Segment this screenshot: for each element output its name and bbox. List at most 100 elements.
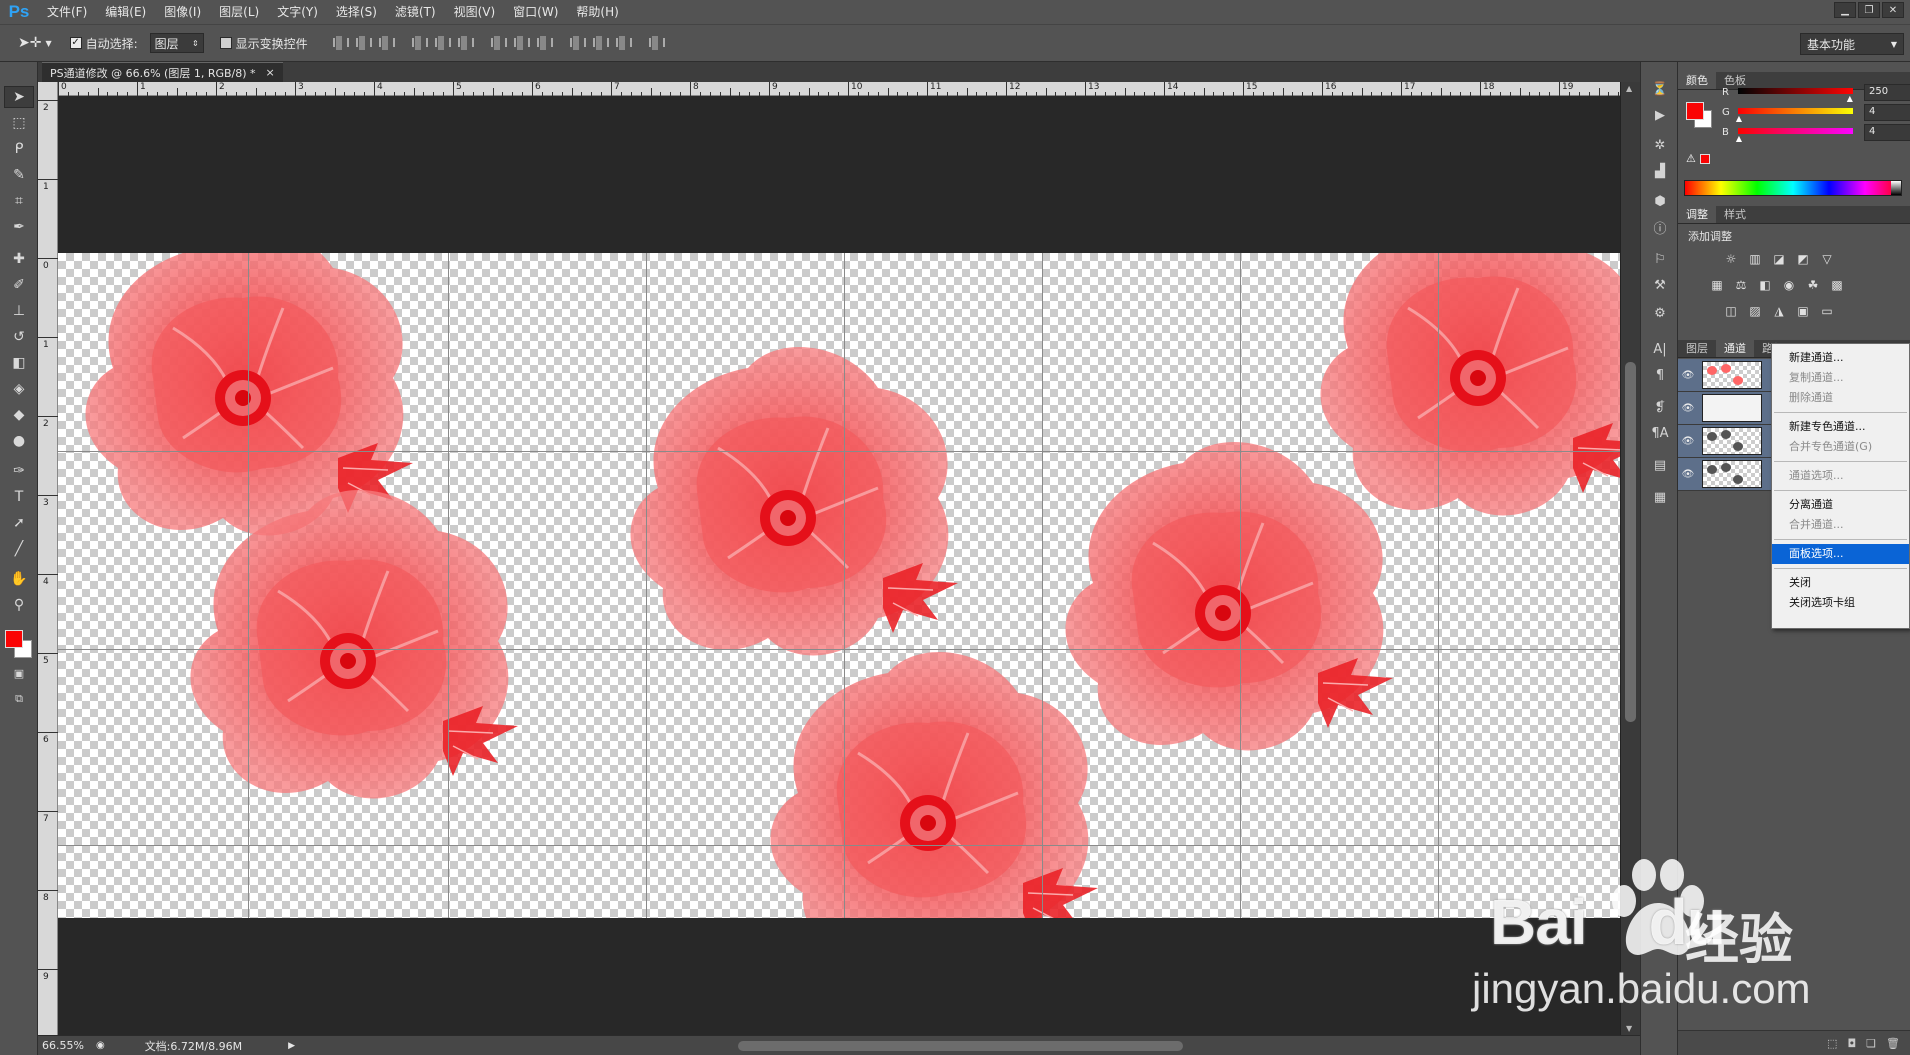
align-right-icon[interactable] — [455, 34, 474, 52]
brush-tool-icon[interactable]: ✐ — [4, 274, 34, 296]
context-menu-item[interactable]: 面板选项... — [1772, 544, 1909, 564]
distribute-top-icon[interactable] — [488, 34, 507, 52]
slider-value-input[interactable]: 250 — [1864, 84, 1910, 101]
close-window-icon[interactable]: ✕ — [1882, 2, 1904, 18]
align-left-icon[interactable] — [409, 34, 428, 52]
move-tool-preset[interactable]: ➤✛ ▼ — [18, 35, 52, 51]
paint-bucket-tool-icon[interactable]: ◈ — [4, 378, 34, 400]
brush-presets-icon[interactable]: ✲ — [1649, 134, 1671, 156]
menu-item[interactable]: 文件(F) — [38, 0, 96, 24]
line-tool-icon[interactable]: ╱ — [4, 538, 34, 560]
eyedropper-tool-icon[interactable]: ✒ — [4, 216, 34, 238]
histogram-icon[interactable]: ▟ — [1649, 160, 1671, 182]
menu-item[interactable]: 图层(L) — [210, 0, 268, 24]
info-panel-icon[interactable]: ⓘ — [1649, 216, 1671, 238]
actions-panel-icon[interactable]: ▶ — [1649, 104, 1671, 126]
eye-icon[interactable]: 👁 — [1678, 370, 1698, 381]
healing-brush-tool-icon[interactable]: ✚ — [4, 248, 34, 270]
status-info-icon[interactable]: ◉ — [96, 1040, 105, 1051]
zoom-level[interactable]: 66.55% — [42, 1039, 84, 1052]
curves-icon[interactable]: ◪ — [1770, 250, 1788, 268]
color-balance-icon[interactable]: ⚖ — [1732, 276, 1750, 294]
slider-track[interactable] — [1738, 108, 1853, 114]
distribute-left-icon[interactable] — [567, 34, 586, 52]
scroll-up-icon[interactable]: ▲ — [1626, 84, 1632, 93]
slider-track[interactable] — [1738, 128, 1853, 134]
distribute-vcenter-icon[interactable] — [511, 34, 530, 52]
slider-value-input[interactable]: 4 — [1864, 104, 1910, 121]
color-foreground-swatch[interactable] — [1686, 102, 1704, 120]
distribute-right-icon[interactable] — [613, 34, 632, 52]
zoom-tool-icon[interactable]: ⚲ — [4, 594, 34, 616]
context-menu-item[interactable]: 新建通道... — [1772, 348, 1909, 368]
brush-panel-icon[interactable]: ⚐ — [1649, 248, 1671, 270]
slider-handle-icon[interactable]: ▲ — [1736, 114, 1742, 123]
document-tab[interactable]: PS通道修改 @ 66.6% (图层 1, RGB/8) * × — [42, 62, 283, 82]
slider-value-input[interactable]: 4 — [1864, 124, 1910, 141]
character-styles-icon[interactable]: ❡ — [1649, 396, 1671, 418]
context-menu-item[interactable]: 关闭选项卡组 — [1772, 593, 1909, 613]
context-menu-item[interactable]: 分离通道 — [1772, 495, 1909, 515]
paragraph-styles-icon[interactable]: ¶A — [1649, 422, 1671, 444]
tab-styles[interactable]: 样式 — [1716, 206, 1754, 223]
menu-item[interactable]: 图像(I) — [155, 0, 210, 24]
menu-item[interactable]: 滤镜(T) — [386, 0, 445, 24]
menu-item[interactable]: 选择(S) — [327, 0, 386, 24]
character-panel-icon[interactable]: A| — [1649, 338, 1671, 360]
tab-color[interactable]: 颜色 — [1678, 72, 1716, 89]
color-lookup-icon[interactable]: ▩ — [1828, 276, 1846, 294]
slider-track[interactable] — [1738, 88, 1853, 94]
menu-item[interactable]: 编辑(E) — [96, 0, 155, 24]
tab-adjustments[interactable]: 调整 — [1678, 206, 1716, 223]
distribute-hcenter-icon[interactable] — [590, 34, 609, 52]
threshold-icon[interactable]: ◮ — [1770, 302, 1788, 320]
pasteboard[interactable] — [58, 96, 1620, 1035]
pen-tool-icon[interactable]: ✑ — [4, 460, 34, 482]
slider-handle-icon[interactable]: ▲ — [1847, 94, 1853, 103]
color-slider-g[interactable]: G ▲ 4 — [1718, 104, 1910, 124]
menu-item[interactable]: 视图(V) — [445, 0, 505, 24]
distribute-bottom-icon[interactable] — [534, 34, 553, 52]
vibrance-icon[interactable]: ▽ — [1818, 250, 1836, 268]
posterize-icon[interactable]: ▨ — [1746, 302, 1764, 320]
auto-select-checkbox[interactable]: ✓ — [69, 37, 82, 49]
restore-icon[interactable]: ❐ — [1858, 2, 1880, 18]
close-tab-icon[interactable]: × — [266, 66, 275, 79]
quick-mask-icon[interactable]: ▣ — [4, 662, 34, 684]
minimize-icon[interactable]: ▁ — [1834, 2, 1856, 18]
photo-filter-icon[interactable]: ◉ — [1780, 276, 1798, 294]
notes-panel-icon[interactable]: ▦ — [1649, 486, 1671, 508]
blur-tool-icon[interactable]: ◆ — [4, 404, 34, 426]
navigator-icon[interactable]: ⬢ — [1649, 190, 1671, 212]
eye-icon[interactable]: 👁 — [1678, 436, 1698, 447]
eye-icon[interactable]: 👁 — [1678, 469, 1698, 480]
quick-select-tool-icon[interactable]: ✎ — [4, 164, 34, 186]
marquee-tool-icon[interactable]: ⬚ — [4, 112, 34, 134]
workspace-dropdown[interactable]: 基本功能 ▼ — [1800, 33, 1904, 55]
hand-tool-icon[interactable]: ✋ — [4, 568, 34, 590]
auto-select-dropdown[interactable]: 图层 ⇕ — [149, 33, 204, 53]
levels-icon[interactable]: ▥ — [1746, 250, 1764, 268]
tool-presets-icon[interactable]: ⚙ — [1649, 302, 1671, 324]
black-white-icon[interactable]: ◧ — [1756, 276, 1774, 294]
eraser-tool-icon[interactable]: ◧ — [4, 352, 34, 374]
status-menu-icon[interactable]: ▶ — [288, 1041, 295, 1051]
align-vcenter-icon[interactable] — [353, 34, 372, 52]
slider-handle-icon[interactable]: ▲ — [1736, 134, 1742, 143]
color-slider-b[interactable]: B ▲ 4 — [1718, 124, 1910, 144]
context-menu-item[interactable]: 关闭 — [1772, 573, 1909, 593]
history-panel-icon[interactable]: ⏳ — [1649, 78, 1671, 100]
align-hcenter-icon[interactable] — [432, 34, 451, 52]
path-select-tool-icon[interactable]: ➚ — [4, 512, 34, 534]
foreground-color-swatch[interactable] — [5, 630, 23, 648]
clone-stamp-tool-icon[interactable]: ⊥ — [4, 300, 34, 322]
menu-item[interactable]: 窗口(W) — [504, 0, 567, 24]
menu-item[interactable]: 帮助(H) — [567, 0, 627, 24]
invert-icon[interactable]: ◫ — [1722, 302, 1740, 320]
menu-item[interactable]: 文字(Y) — [268, 0, 327, 24]
screen-mode-icon[interactable]: ⧉ — [4, 688, 34, 710]
selective-color-icon[interactable]: ▣ — [1794, 302, 1812, 320]
gradient-map-icon[interactable]: ▭ — [1818, 302, 1836, 320]
document-canvas[interactable] — [58, 253, 1620, 918]
tab-channels[interactable]: 通道 — [1716, 340, 1754, 357]
